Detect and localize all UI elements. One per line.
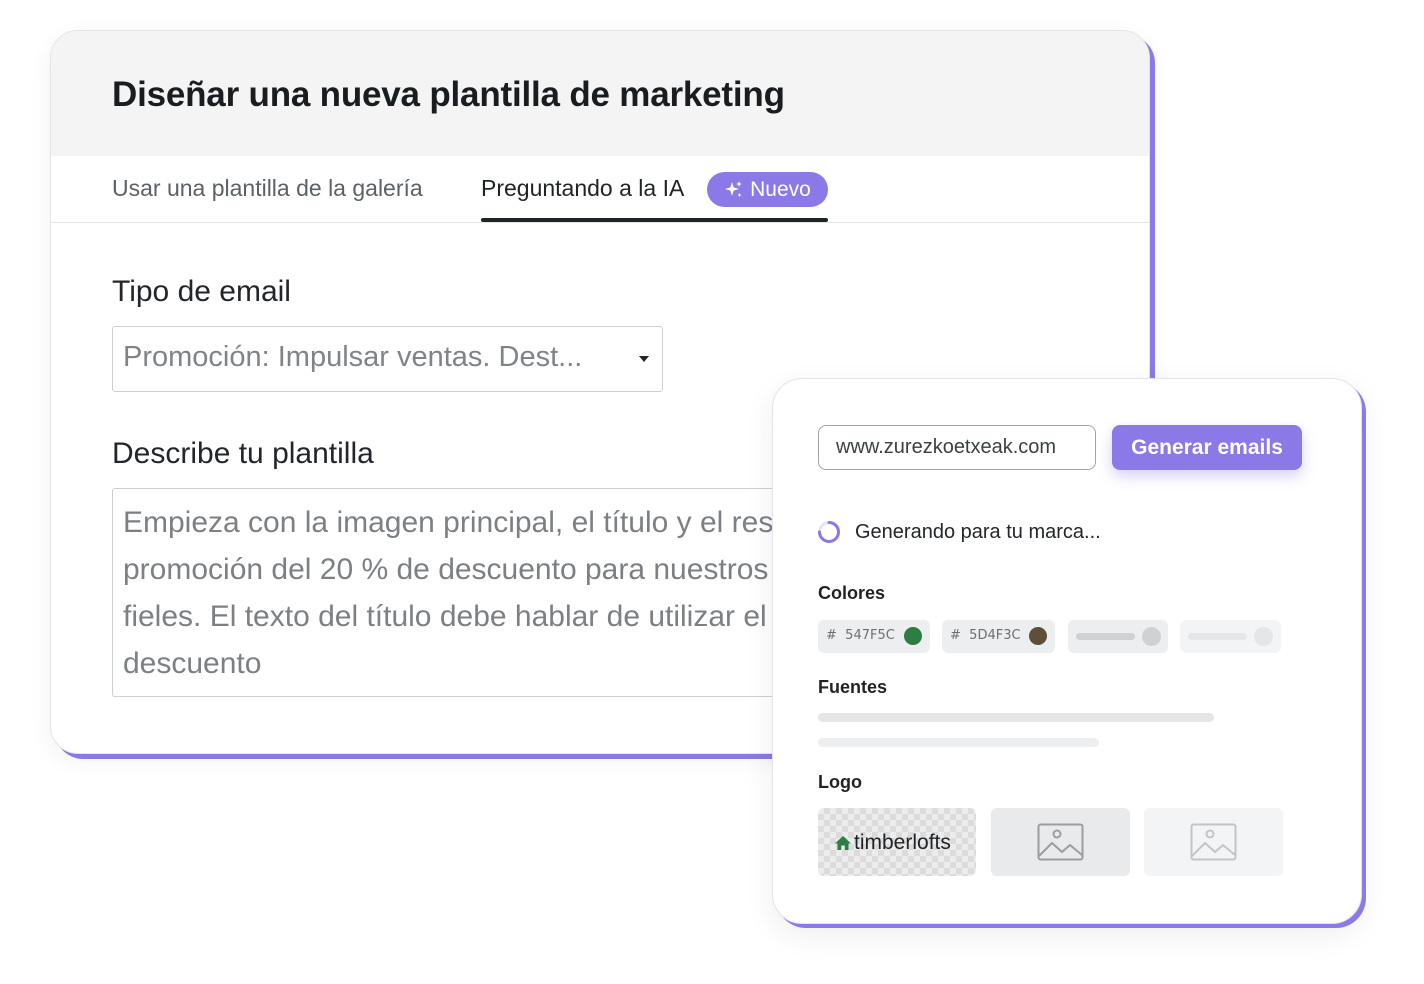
skeleton-bar — [1188, 633, 1247, 640]
image-placeholder-icon — [1190, 823, 1237, 861]
colors-label: Colores — [818, 583, 886, 603]
describe-template-label: Describe tu plantilla — [112, 437, 374, 470]
brand-logo-text: timberlofts — [854, 831, 951, 854]
sparkle-icon — [725, 180, 743, 197]
color-swatch-placeholder — [1180, 620, 1281, 653]
generate-emails-button[interactable]: Generar emails — [1112, 425, 1302, 470]
color-hex-label: 5D4F3C — [969, 628, 1021, 643]
email-type-value: Promoción: Impulsar ventas. Dest... — [123, 341, 583, 373]
brand-generator-card: www.zurezkoetxeak.com Generar emails Gen… — [772, 378, 1362, 924]
loading-spinner-icon — [818, 521, 840, 543]
tab-ask-ai[interactable]: Preguntando a la IA — [481, 175, 684, 202]
email-type-label: Tipo de email — [112, 275, 291, 308]
color-dot-icon — [1029, 627, 1047, 645]
logo-option-placeholder[interactable] — [991, 808, 1130, 876]
house-icon — [835, 836, 851, 850]
stage: Diseñar una nueva plantilla de marketing… — [0, 0, 1424, 984]
email-type-select[interactable]: Promoción: Impulsar ventas. Dest... — [112, 326, 663, 392]
generating-status: Generando para tu marca... — [855, 521, 1101, 543]
color-swatch[interactable]: # 5D4F3C — [942, 620, 1055, 653]
hash-prefix: # — [826, 628, 837, 643]
skeleton-circle — [1254, 627, 1273, 646]
skeleton-circle — [1142, 627, 1161, 646]
image-placeholder-icon — [1037, 823, 1084, 861]
font-skeleton-bar — [818, 713, 1214, 722]
font-skeleton-bar — [818, 738, 1099, 747]
skeleton-bar — [1076, 633, 1135, 640]
color-swatch-placeholder — [1068, 620, 1168, 653]
color-hex-label: 547F5C — [845, 628, 895, 643]
active-tab-indicator — [481, 218, 828, 222]
tab-bar: Usar una plantilla de la galería Pregunt… — [51, 156, 1149, 223]
new-badge: Nuevo — [707, 172, 828, 207]
dialog-header: Diseñar una nueva plantilla de marketing — [51, 31, 1149, 156]
hash-prefix: # — [950, 628, 961, 643]
tab-gallery-template[interactable]: Usar una plantilla de la galería — [112, 175, 423, 202]
color-dot-icon — [904, 627, 922, 645]
fonts-label: Fuentes — [818, 677, 888, 697]
logo-label: Logo — [818, 772, 862, 792]
new-badge-label: Nuevo — [750, 177, 811, 201]
dialog-title: Diseñar una nueva plantilla de marketing — [112, 75, 785, 114]
logo-option-selected[interactable]: timberlofts — [818, 808, 976, 876]
caret-down-icon — [639, 356, 649, 362]
logo-option-placeholder[interactable] — [1144, 808, 1283, 876]
website-url-input[interactable]: www.zurezkoetxeak.com — [818, 425, 1096, 470]
color-swatch[interactable]: # 547F5C — [818, 620, 930, 653]
